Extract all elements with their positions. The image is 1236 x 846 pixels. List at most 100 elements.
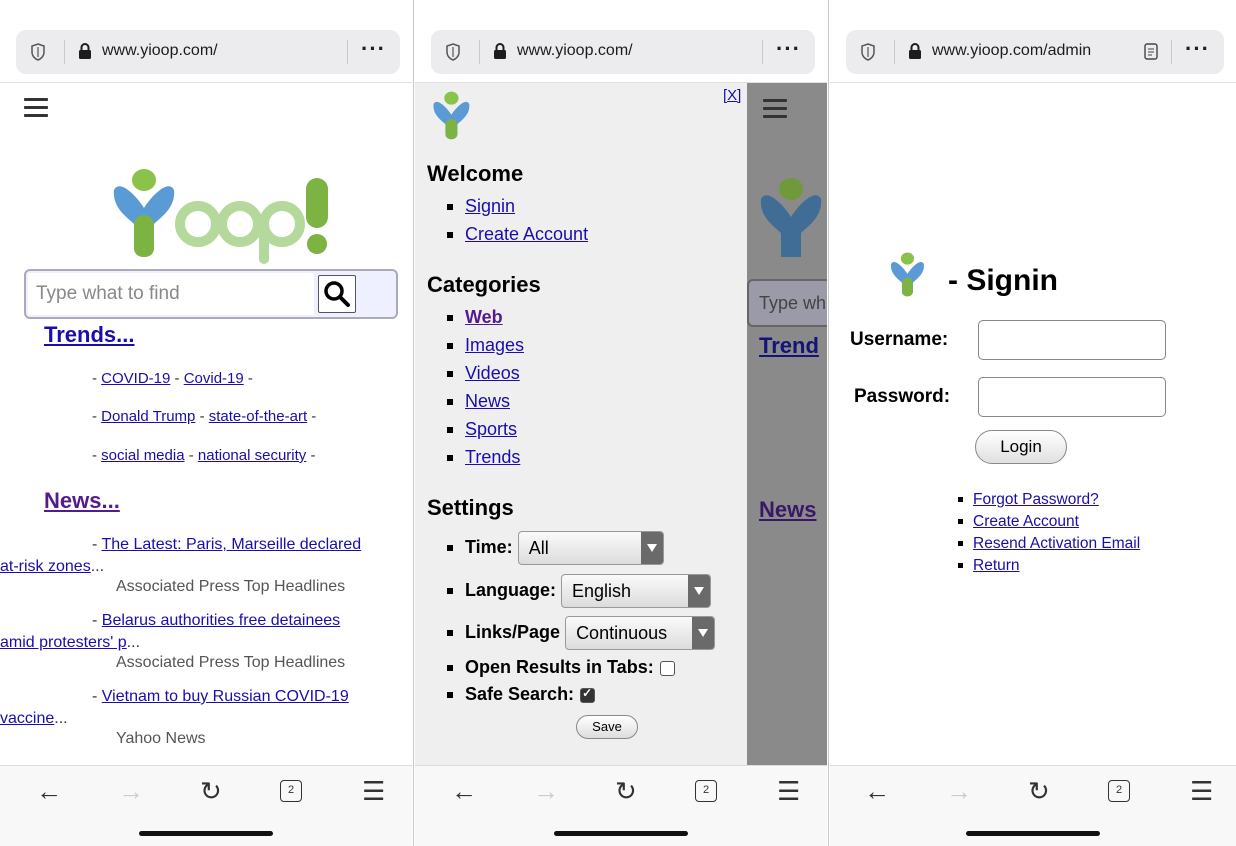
- menu-item-create-account[interactable]: Create Account: [447, 224, 588, 245]
- url-separator: [894, 40, 895, 64]
- trend-link[interactable]: state-of-the-art: [209, 408, 307, 425]
- back-arrow-icon[interactable]: ←: [864, 776, 890, 806]
- url-text[interactable]: www.yioop.com/admin: [932, 42, 1091, 60]
- news-link[interactable]: The Latest: Paris, Marseille declared: [101, 536, 361, 553]
- news-link[interactable]: vaccine: [0, 710, 54, 727]
- trend-link[interactable]: national security: [198, 447, 306, 464]
- url-separator: [479, 40, 480, 64]
- url-bar[interactable]: www.yioop.com/ ···: [16, 30, 400, 74]
- close-menu-button[interactable]: [X]: [723, 87, 741, 104]
- forward-arrow-icon: →: [533, 776, 559, 806]
- menu-icon[interactable]: ☰: [1190, 776, 1213, 806]
- shield-icon[interactable]: [30, 43, 46, 61]
- open-in-tabs-checkbox[interactable]: [659, 660, 675, 676]
- return-link[interactable]: Return: [958, 557, 1020, 575]
- login-button[interactable]: Login: [975, 430, 1067, 464]
- search-box: [24, 269, 398, 319]
- news-item: - Vietnam to buy Russian COVID-19 vaccine…: [0, 688, 349, 727]
- hamburger-menu-icon[interactable]: [24, 98, 48, 118]
- menu-item-signin[interactable]: Signin: [447, 196, 515, 217]
- trends-heading[interactable]: Trends...: [44, 322, 134, 348]
- chevron-down-icon: [640, 532, 663, 564]
- category-web[interactable]: Web: [447, 307, 503, 328]
- category-images[interactable]: Images: [447, 335, 524, 356]
- trend-row: - social media - national security -: [92, 447, 316, 464]
- news-link[interactable]: at-risk zones: [0, 558, 91, 575]
- news-heading[interactable]: News...: [44, 488, 120, 514]
- search-input[interactable]: [28, 273, 314, 315]
- chevron-down-icon: [688, 575, 711, 607]
- reload-icon[interactable]: ↻: [1028, 776, 1050, 806]
- category-news[interactable]: News: [447, 391, 510, 412]
- home-indicator: [966, 831, 1100, 836]
- yioop-logo: [113, 169, 328, 264]
- time-select[interactable]: All: [517, 531, 664, 565]
- password-label: Password:: [854, 386, 951, 407]
- reload-icon[interactable]: ↻: [200, 776, 222, 806]
- reload-icon[interactable]: ↻: [615, 776, 637, 806]
- url-text[interactable]: www.yioop.com/: [102, 42, 218, 60]
- yioop-logo-partial: [760, 178, 822, 257]
- tabs-count-button[interactable]: 2: [695, 780, 717, 802]
- lock-icon: [909, 43, 921, 59]
- welcome-heading: Welcome: [427, 161, 524, 186]
- chevron-down-icon: [692, 617, 715, 649]
- trend-link[interactable]: Covid-19: [184, 370, 244, 387]
- category-trends[interactable]: Trends: [447, 447, 520, 468]
- url-separator: [64, 40, 65, 64]
- back-arrow-icon[interactable]: ←: [36, 776, 62, 806]
- page-overlay[interactable]: Type wh Trend News: [747, 83, 827, 765]
- menu-icon[interactable]: ☰: [362, 776, 385, 806]
- url-separator: [347, 40, 348, 64]
- home-indicator: [554, 831, 688, 836]
- lock-icon: [494, 43, 506, 59]
- tabs-count-button[interactable]: 2: [1108, 780, 1130, 802]
- save-settings-button[interactable]: Save: [576, 715, 638, 739]
- safe-search-checkbox[interactable]: [580, 686, 596, 703]
- news-link[interactable]: Vietnam to buy Russian COVID-19: [102, 688, 349, 705]
- shield-icon[interactable]: [860, 43, 876, 61]
- browser-toolbar: ← → ↻ 2 ☰: [0, 765, 412, 846]
- safe-search-setting: Safe Search:: [447, 684, 596, 705]
- language-select[interactable]: English: [561, 574, 712, 608]
- url-separator: [762, 40, 763, 64]
- more-icon[interactable]: ···: [361, 36, 386, 62]
- back-arrow-icon[interactable]: ←: [451, 776, 477, 806]
- trend-row: - Donald Trump - state-of-the-art -: [92, 408, 317, 425]
- search-button[interactable]: [318, 275, 356, 313]
- forgot-password-link[interactable]: Forgot Password?: [958, 491, 1099, 509]
- news-heading-behind: News: [759, 497, 817, 522]
- lock-icon: [79, 43, 91, 59]
- create-account-link[interactable]: Create Account: [958, 513, 1079, 531]
- username-label: Username:: [850, 329, 949, 350]
- category-videos[interactable]: Videos: [447, 363, 520, 384]
- trend-row: - COVID-19 - Covid-19 -: [92, 370, 253, 387]
- forward-arrow-icon: →: [118, 776, 144, 806]
- menu-icon[interactable]: ☰: [777, 776, 800, 806]
- username-field[interactable]: [978, 320, 1166, 360]
- category-sports[interactable]: Sports: [447, 419, 517, 440]
- trend-link[interactable]: social media: [101, 447, 184, 464]
- browser-toolbar: ← → ↻ 2 ☰: [415, 765, 827, 846]
- news-link[interactable]: amid protesters' p: [0, 634, 127, 651]
- reader-mode-icon[interactable]: [1144, 43, 1158, 60]
- news-source: Associated Press Top Headlines: [116, 578, 346, 595]
- shield-icon[interactable]: [445, 43, 461, 61]
- more-icon[interactable]: ···: [776, 36, 801, 62]
- time-setting: Time: All: [447, 531, 664, 565]
- resend-activation-link[interactable]: Resend Activation Email: [958, 535, 1140, 553]
- trend-link[interactable]: Donald Trump: [101, 408, 195, 425]
- more-icon[interactable]: ···: [1185, 36, 1210, 62]
- panel-divider: [828, 0, 829, 846]
- links-per-page-select[interactable]: Continuous: [565, 616, 716, 650]
- url-text[interactable]: www.yioop.com/: [517, 42, 633, 60]
- trend-link[interactable]: COVID-19: [101, 370, 170, 387]
- panel-divider: [413, 0, 414, 846]
- password-field[interactable]: [978, 377, 1166, 417]
- url-bar[interactable]: www.yioop.com/ ···: [431, 30, 815, 74]
- news-link[interactable]: Belarus authorities free detainees: [102, 612, 340, 629]
- tabs-count-button[interactable]: 2: [280, 780, 302, 802]
- search-input-behind: Type wh: [747, 279, 827, 327]
- links-per-page-setting: Links/Page Continuous: [447, 616, 716, 650]
- url-bar[interactable]: www.yioop.com/admin ···: [846, 30, 1224, 74]
